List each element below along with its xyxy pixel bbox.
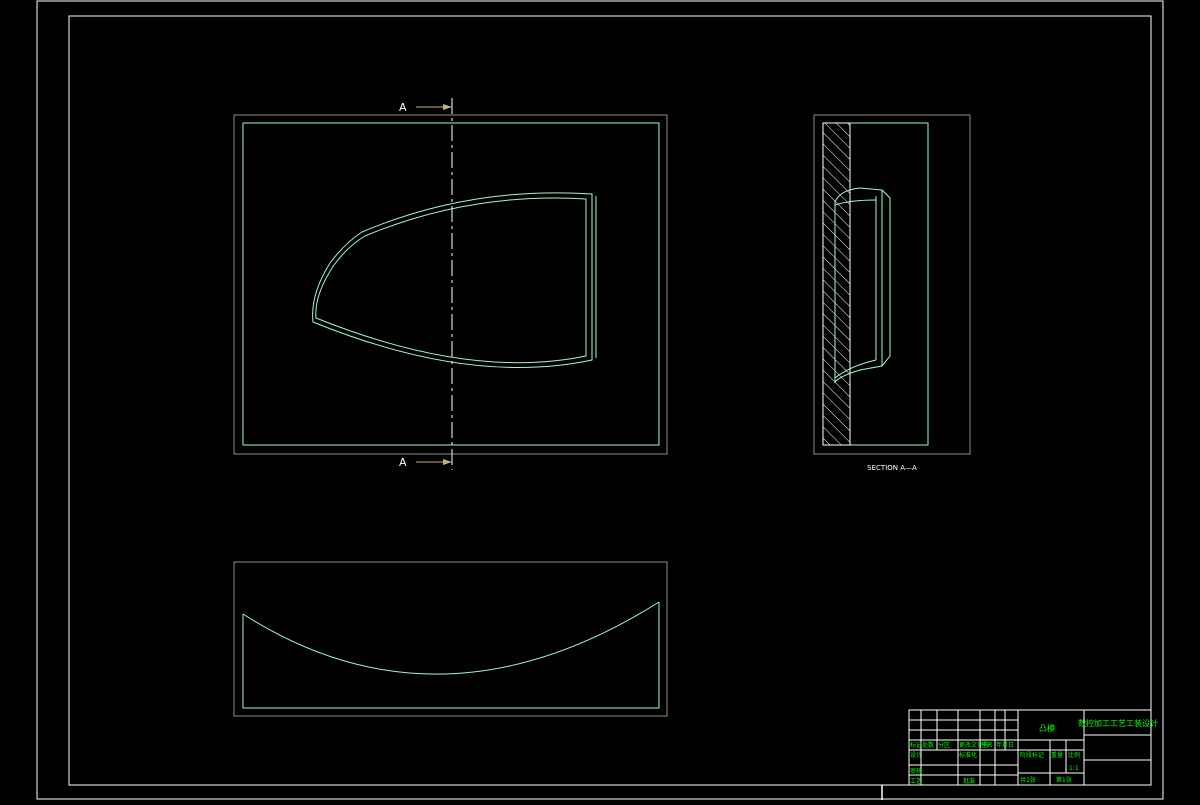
front-view-inner-outline bbox=[242, 602, 660, 709]
section-arrow-bottom bbox=[416, 459, 452, 465]
front-view-outer-block bbox=[233, 561, 668, 717]
section-marker-bottom: A bbox=[399, 456, 407, 469]
cad-drawing-canvas: A A SECTION A—A 凸模 数控加工工艺工装设计 标记 处数 分区 更… bbox=[0, 0, 1200, 800]
section-hatch bbox=[822, 122, 851, 446]
section-caption: SECTION A—A bbox=[867, 464, 917, 472]
row-label-sign: 签名 bbox=[981, 741, 993, 749]
lower-label-approve: 批准 bbox=[963, 777, 975, 785]
scale-label: 比例 bbox=[1068, 751, 1080, 759]
section-marker-top: A bbox=[399, 101, 407, 114]
drawing-svg: A A SECTION A—A 凸模 数控加工工艺工装设计 标记 处数 分区 更… bbox=[36, 0, 1164, 800]
row-label-count: 处数 bbox=[922, 741, 934, 749]
lower-label-review: 审核 bbox=[910, 767, 922, 775]
drawing-title: 数控加工工艺工装设计 bbox=[1078, 718, 1158, 728]
stage-label: 阶段标记 bbox=[1020, 751, 1044, 759]
drawing-frame bbox=[68, 15, 1152, 786]
front-view-curve bbox=[242, 601, 660, 675]
top-view-inner-block bbox=[242, 122, 660, 446]
sheet-total: 共1张 bbox=[1020, 776, 1036, 784]
part-name: 凸模 bbox=[1039, 723, 1055, 733]
lower-label-design: 设计 bbox=[910, 751, 922, 759]
top-view: A A bbox=[233, 98, 668, 470]
front-view bbox=[233, 561, 668, 717]
sheet-border bbox=[36, 0, 1164, 800]
section-arrow-top bbox=[416, 104, 452, 110]
row-label-zone: 分区 bbox=[938, 741, 950, 749]
sheet-number: 第1张 bbox=[1056, 776, 1072, 784]
lower-label-process: 工艺 bbox=[910, 777, 922, 785]
row-label-mark: 标记 bbox=[910, 741, 922, 749]
weight-label: 重量 bbox=[1051, 751, 1063, 759]
lower-label-standard: 标准化 bbox=[959, 751, 977, 759]
row-label-date: 年月日 bbox=[996, 741, 1014, 749]
top-view-outer-block bbox=[233, 114, 668, 455]
scale-value: 1:1 bbox=[1069, 765, 1079, 772]
section-view: SECTION A—A bbox=[813, 114, 971, 472]
